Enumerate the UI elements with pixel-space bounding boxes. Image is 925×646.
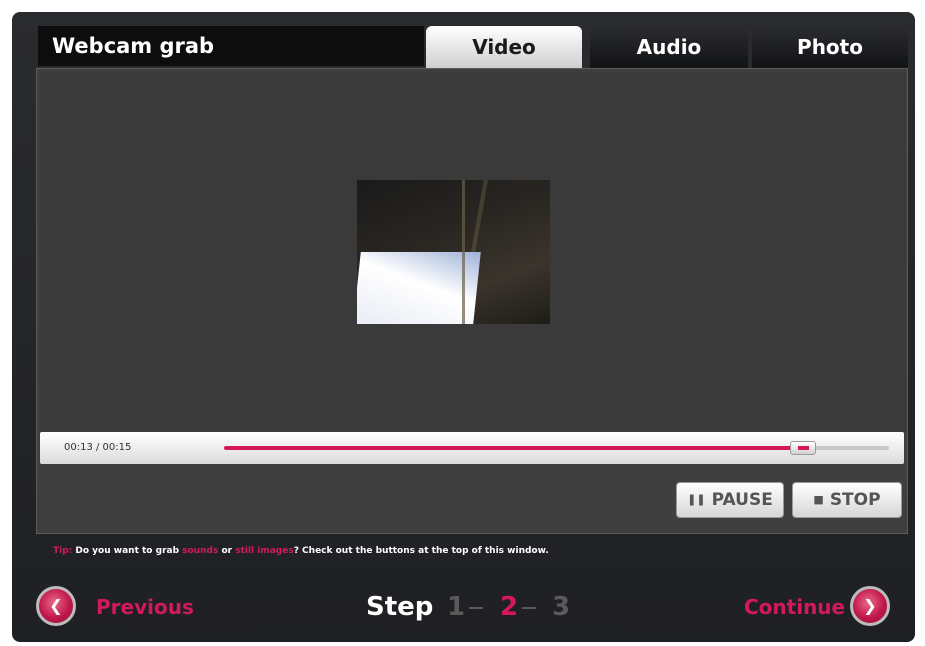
step-label: Step [366,592,434,622]
progress-fill [224,446,803,450]
continue-label[interactable]: Continue [744,592,845,622]
tip-link-sounds[interactable]: sounds [182,546,218,556]
tip-text-1: Do you want to grab [72,546,183,556]
stop-label: STOP [829,490,881,510]
step-divider-2 [522,607,536,609]
tab-photo[interactable]: Photo [752,26,908,68]
step-divider-1 [469,607,483,609]
webcam-video-preview [357,180,550,324]
tab-audio[interactable]: Audio [590,26,748,68]
tip-prefix: Tip: [53,546,73,556]
tip-text: Tip: Do you want to grab sounds or still… [53,546,549,556]
step-2-current: 2 [500,592,519,622]
previous-button[interactable]: ❮ [36,586,76,626]
progress-handle[interactable] [790,441,816,455]
chevron-left-icon: ❮ [49,596,63,615]
pause-icon: ❚❚ [687,493,706,506]
timecode: 00:13 / 00:15 [64,442,132,453]
pause-button[interactable]: ❚❚ PAUSE [676,482,784,518]
tab-video[interactable]: Video [426,26,582,68]
chevron-right-icon: ❯ [863,596,877,615]
progress-track[interactable] [224,441,889,455]
pause-label: PAUSE [711,490,773,510]
tip-link-still-images[interactable]: still images [235,546,294,556]
step-1: 1 [447,592,466,622]
stop-button[interactable]: ■ STOP [792,482,902,518]
step-3: 3 [552,592,571,622]
tip-text-2: or [218,546,236,556]
playback-bar: 00:13 / 00:15 [40,432,904,464]
continue-button[interactable]: ❯ [850,586,890,626]
previous-label[interactable]: Previous [96,592,194,622]
tip-text-3: ? Check out the buttons at the top of th… [293,546,549,556]
window-title: Webcam grab [38,26,424,66]
stop-icon: ■ [813,493,824,506]
